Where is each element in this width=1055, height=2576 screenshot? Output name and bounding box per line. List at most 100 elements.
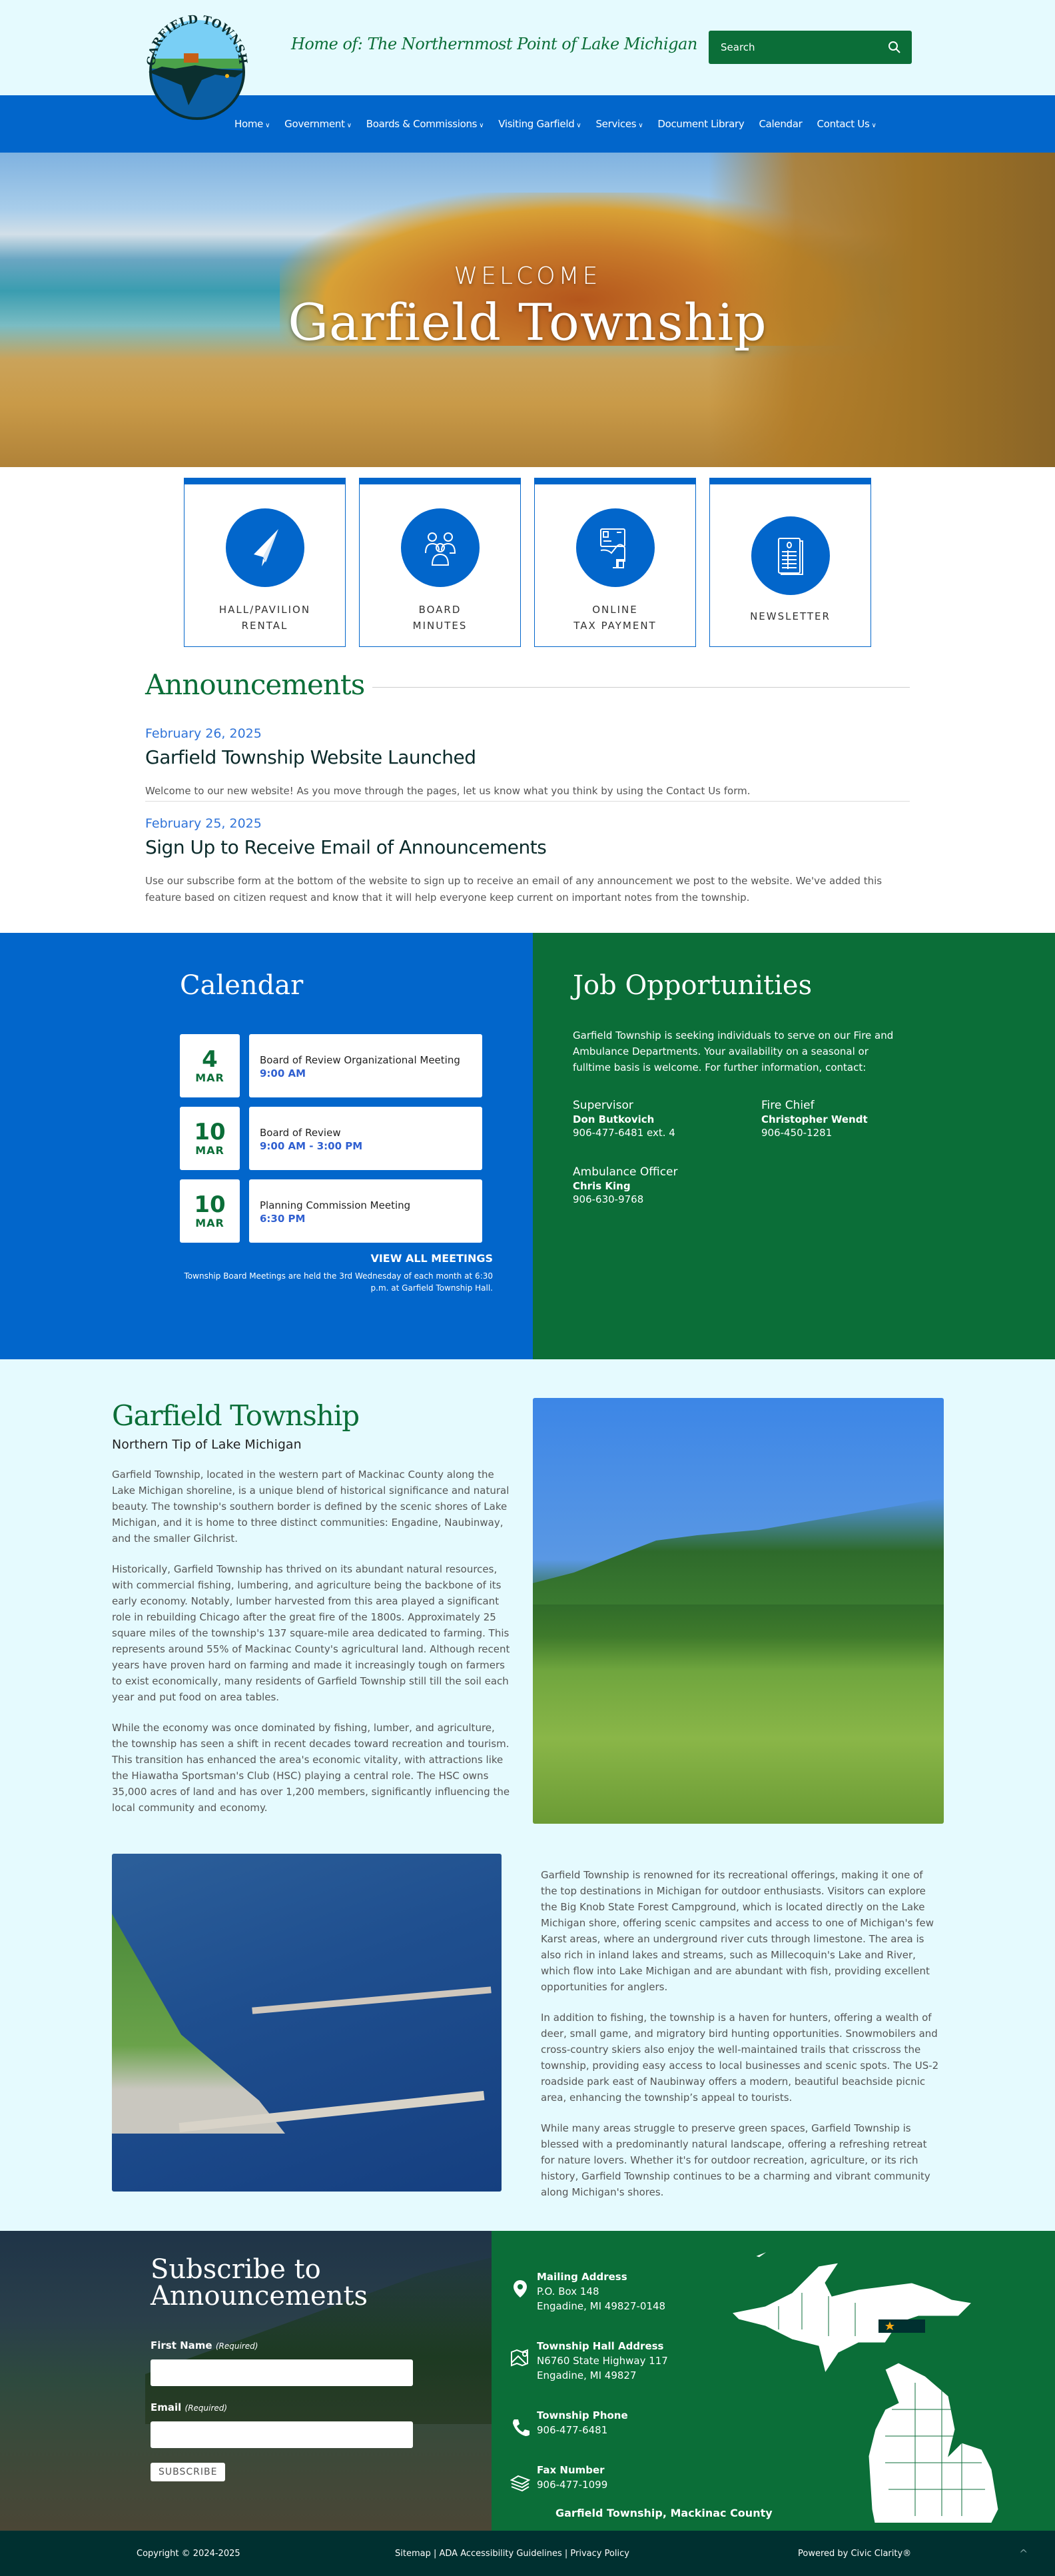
nav-item-label: Document Library — [657, 118, 745, 130]
contact-phone[interactable]: 906-450-1281 — [761, 1127, 921, 1139]
site-footer: Copyright © 2024-2025 Sitemap | ADA Acce… — [0, 2531, 1055, 2576]
chevron-down-icon[interactable]: ∨ — [576, 122, 581, 129]
nav-item-contact-us[interactable]: Contact Us ∨ — [817, 118, 877, 130]
first-name-input[interactable] — [151, 2359, 413, 2386]
back-to-top-icon[interactable]: ^ — [1019, 2547, 1028, 2560]
map-mackinac-county — [879, 2319, 925, 2333]
fax-icon — [510, 2475, 530, 2492]
nav-item-label: Contact Us — [817, 118, 870, 130]
chevron-down-icon[interactable]: ∨ — [638, 122, 643, 129]
board-meeting-note: Township Board Meetings are held the 3rd… — [184, 1271, 493, 1293]
township-logo[interactable]: GARFIELD TOWNSHIP — [135, 5, 259, 122]
announcements-heading: Announcements — [145, 668, 365, 701]
announcement-body: Welcome to our new website! As you move … — [145, 785, 751, 797]
subscribe-heading: Subscribe to Announcements — [151, 2254, 368, 2311]
event-item: 10 MAR Planning Commission Meeting 6:30 PM — [180, 1179, 533, 1243]
powered-by[interactable]: Powered by Civic Clarity® — [798, 2549, 911, 2559]
event-title: Board of Review Organizational Meeting — [260, 1053, 460, 1066]
event-date-badge: 10 MAR — [180, 1107, 240, 1170]
heading-divider — [372, 687, 910, 688]
event-month: MAR — [195, 1144, 224, 1157]
map-isle-royale — [754, 2250, 769, 2258]
event-time: 6:30 PM — [260, 1212, 306, 1225]
about-section: Garfield Township Northern Tip of Lake M… — [0, 1359, 1055, 2231]
jobs-heading: Job Opportunities — [573, 970, 813, 1001]
quick-link-board-minutes[interactable]: BOARD MINUTES — [359, 478, 521, 647]
contact-phone[interactable]: 906-477-6481 ext. 4 — [573, 1127, 761, 1139]
subscribe-panel: Subscribe to Announcements First Name (R… — [0, 2231, 492, 2531]
search-icon[interactable] — [888, 41, 901, 54]
subscribe-button[interactable]: SUBSCRIBE — [151, 2463, 226, 2481]
contact-name: Christopher Wendt — [761, 1113, 868, 1125]
footer-links: Sitemap | ADA Accessibility Guidelines |… — [395, 2549, 629, 2559]
contact-line: P.O. Box 148 — [537, 2285, 599, 2297]
nav-item-label: Government — [284, 118, 345, 130]
announcement-title-link[interactable]: Garfield Township Website Launched — [145, 746, 910, 768]
event-date-badge: 4 MAR — [180, 1034, 240, 1097]
photo-shoreline — [112, 1914, 285, 2134]
contact-line: 906-477-1099 — [537, 2479, 608, 2491]
copyright: Copyright © 2024-2025 — [137, 2548, 240, 2559]
event-link[interactable]: Planning Commission Meeting 6:30 PM — [249, 1179, 482, 1243]
contact-title: Township Hall Address — [537, 2340, 664, 2352]
quick-links: HALL/PAVILION RENTAL BOARD MINUTES ONLIN… — [0, 467, 1055, 660]
event-item: 10 MAR Board of Review 9:00 AM - 3:00 PM — [180, 1107, 533, 1170]
announcement-item: February 25, 2025 Sign Up to Receive Ema… — [145, 816, 910, 906]
meadow-forest-photo — [533, 1398, 944, 1824]
contact-role: Fire Chief — [761, 1099, 815, 1112]
announcement-body: Use our subscribe form at the bottom of … — [145, 875, 882, 904]
contact-line: Engadine, MI 49827 — [537, 2369, 637, 2381]
quick-link-hall-rental[interactable]: HALL/PAVILION RENTAL — [184, 478, 346, 647]
hero-text: WELCOME Garfield Township — [0, 263, 1055, 352]
event-link[interactable]: Board of Review Organizational Meeting 9:… — [249, 1034, 482, 1097]
quick-link-newsletter[interactable]: NEWSLETTER — [709, 478, 871, 647]
announcement-title-link[interactable]: Sign Up to Receive Email of Announcement… — [145, 836, 910, 858]
nav-item-services[interactable]: Services ∨ — [595, 118, 643, 130]
view-all-meetings-link[interactable]: VIEW ALL MEETINGS — [180, 1252, 493, 1265]
event-day: 10 — [194, 1191, 226, 1218]
nav-item-government[interactable]: Government ∨ — [284, 118, 352, 130]
first-name-label: First Name — [151, 2339, 212, 2351]
chevron-down-icon[interactable]: ∨ — [479, 122, 484, 129]
nav-item-calendar[interactable]: Calendar — [759, 118, 802, 130]
nav-item-label: Visiting Garfield — [498, 118, 575, 130]
nav-item-visiting-garfield[interactable]: Visiting Garfield ∨ — [498, 118, 581, 130]
contact-line: Engadine, MI 49827-0148 — [537, 2300, 666, 2312]
announcements-section: Announcements February 26, 2025 Garfield… — [0, 660, 1055, 933]
calendar-heading: Calendar — [180, 970, 304, 1001]
about-subheading: Northern Tip of Lake Michigan — [112, 1437, 302, 1452]
map-icon — [511, 2349, 528, 2367]
chevron-down-icon[interactable]: ∨ — [871, 122, 876, 129]
search-input[interactable] — [721, 41, 867, 53]
map-lower-peninsula — [868, 2362, 999, 2523]
map-upper-peninsula — [731, 2262, 973, 2374]
event-item: 4 MAR Board of Review Organizational Meet… — [180, 1034, 533, 1097]
quick-link-tax-payment[interactable]: ONLINE TAX PAYMENT — [534, 478, 696, 647]
event-day: 10 — [194, 1119, 226, 1145]
nav-item-document-library[interactable]: Document Library — [657, 118, 744, 130]
photo-treeline — [533, 1498, 944, 1605]
privacy-policy-link[interactable]: Privacy Policy — [570, 2549, 629, 2559]
sitemap-link[interactable]: Sitemap — [395, 2549, 431, 2559]
quick-link-label: BOARD MINUTES — [412, 604, 468, 632]
nav-item-boards-commissions[interactable]: Boards & Commissions ∨ — [366, 118, 484, 130]
search-box[interactable] — [709, 31, 912, 64]
credit-card-hand-icon — [599, 528, 625, 568]
jobs-panel: Job Opportunities Garfield Township is s… — [533, 933, 1055, 1359]
site-header: GARFIELD TOWNSHIP Home of: The Northernm… — [0, 0, 1055, 120]
contact-phone[interactable]: 906-630-9768 — [573, 1193, 761, 1205]
contact-title: Township Phone — [537, 2409, 628, 2421]
chevron-down-icon[interactable]: ∨ — [265, 122, 270, 129]
email-input[interactable] — [151, 2421, 413, 2448]
about-paragraph: While many areas struggle to preserve gr… — [541, 2122, 930, 2198]
calendar-jobs-section: Calendar 4 MAR Board of Review Organizati… — [0, 933, 1055, 1359]
chevron-down-icon[interactable]: ∨ — [347, 122, 352, 129]
site-tagline: Home of: The Northernmost Point of Lake … — [291, 35, 697, 53]
about-heading: Garfield Township — [112, 1399, 360, 1432]
nav-item-label: Services — [595, 118, 637, 130]
event-link[interactable]: Board of Review 9:00 AM - 3:00 PM — [249, 1107, 482, 1170]
ada-guidelines-link[interactable]: ADA Accessibility Guidelines — [440, 2549, 562, 2559]
subscribe-contact-section: Subscribe to Announcements First Name (R… — [0, 2231, 1055, 2531]
phone-icon — [513, 2419, 529, 2436]
contact-line[interactable]: 906-477-6481 — [537, 2424, 607, 2436]
